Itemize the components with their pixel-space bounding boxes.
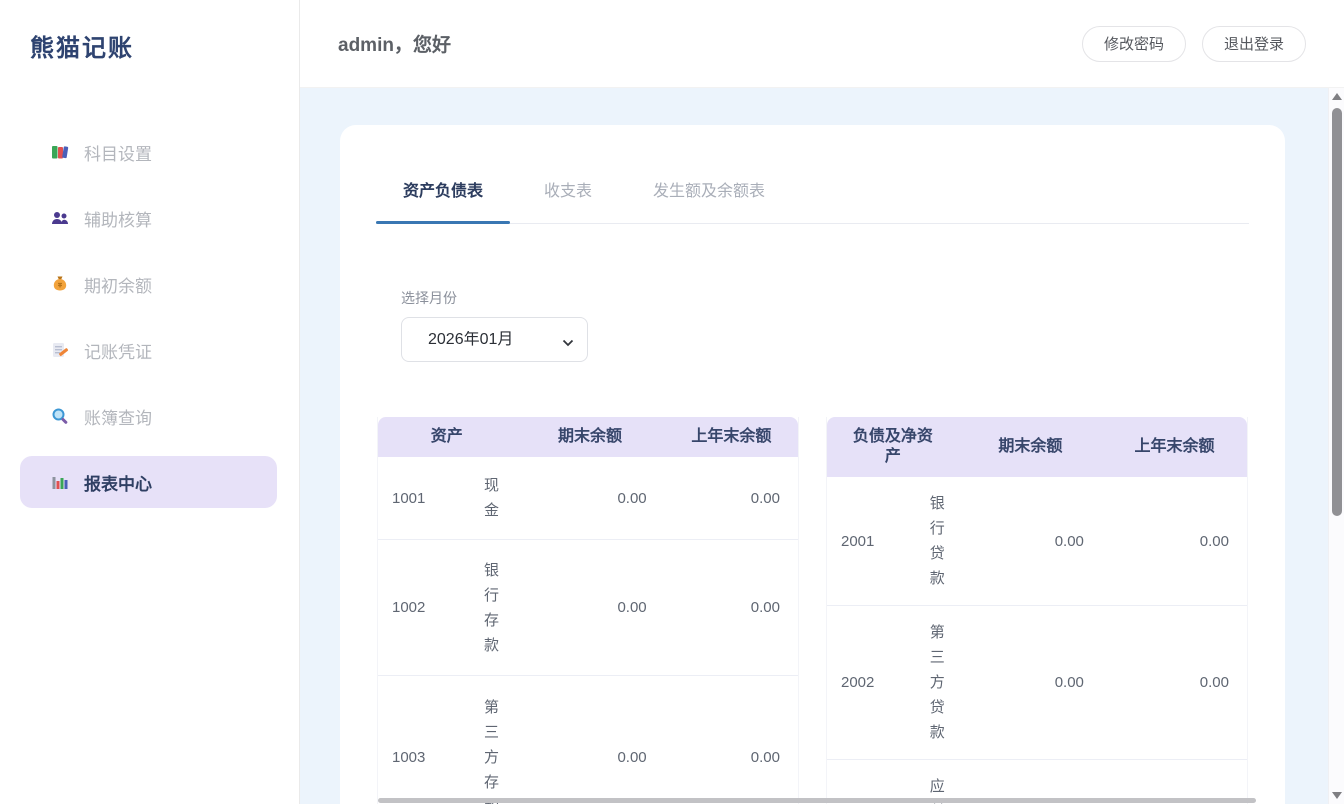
prev-year-end-header: 上年末余额 — [1102, 417, 1247, 477]
prev-year-end-value: 0.00 — [665, 457, 798, 540]
bar-chart-icon — [50, 472, 70, 492]
liabilities-group-header: 负债及净资产 — [827, 417, 959, 477]
prev-year-end-value: 0.00 — [1102, 477, 1247, 606]
horizontal-scrollbar-thumb[interactable] — [378, 798, 1256, 803]
voucher-icon — [50, 340, 70, 360]
ending-balance-value: 0.00 — [959, 477, 1102, 606]
ending-balance-value: 0.00 — [959, 606, 1102, 760]
table-row: 1003 第三方存款 0.00 0.00 — [378, 676, 798, 804]
account-name: 现金 — [468, 457, 516, 540]
month-filter: 选择月份 2026年01月 — [401, 288, 1285, 362]
sidebar-item-label: 期初余额 — [84, 272, 152, 297]
prev-year-end-value: 0.00 — [665, 540, 798, 676]
month-select[interactable]: 2026年01月 — [401, 317, 588, 362]
sidebar-item-auxiliary-accounting[interactable]: 辅助核算 — [20, 192, 277, 244]
account-code: 2002 — [827, 606, 916, 760]
assets-table: 资产 期末余额 上年末余额 1001 现金 0.00 0.00 1002 银行存… — [377, 417, 799, 804]
search-icon — [50, 406, 70, 426]
table-row: 2002 第三方贷款 0.00 0.00 — [827, 606, 1247, 760]
topbar: admin，您好 修改密码 退出登录 — [300, 0, 1344, 88]
vertical-scrollbar[interactable] — [1328, 88, 1344, 804]
account-code: 2001 — [827, 477, 916, 606]
balance-sheet-tables: 资产 期末余额 上年末余额 1001 现金 0.00 0.00 1002 银行存… — [377, 417, 1249, 804]
tab-balance-sheet[interactable]: 资产负债表 — [376, 177, 510, 223]
logout-button[interactable]: 退出登录 — [1202, 26, 1306, 62]
sidebar-item-label: 记账凭证 — [84, 338, 152, 363]
scroll-up-arrow-icon[interactable] — [1332, 93, 1342, 100]
sidebar-item-ledger-query[interactable]: 账簿查询 — [20, 390, 277, 442]
month-select-wrap: 2026年01月 — [401, 317, 588, 362]
account-name: 银行存款 — [468, 540, 516, 676]
liabilities-header-row: 负债及净资产 期末余额 上年末余额 — [827, 417, 1247, 477]
sidebar-item-label: 辅助核算 — [84, 206, 152, 231]
scroll-down-arrow-icon[interactable] — [1332, 792, 1342, 799]
account-code: 1003 — [378, 676, 468, 804]
change-password-button[interactable]: 修改密码 — [1082, 26, 1186, 62]
table-row: 1002 银行存款 0.00 0.00 — [378, 540, 798, 676]
report-tabs: 资产负债表 收支表 发生额及余额表 — [376, 125, 1249, 224]
app-title: 熊猫记账 — [30, 28, 299, 63]
prev-year-end-value: 0.00 — [1102, 606, 1247, 760]
prev-year-end-value: 0.00 — [665, 676, 798, 804]
tab-amount-and-balance[interactable]: 发生额及余额表 — [626, 177, 792, 223]
sidebar-item-report-center[interactable]: 报表中心 — [20, 456, 277, 508]
sidebar-nav: 科目设置 辅助核算 期初余额 — [0, 126, 299, 508]
books-icon — [50, 142, 70, 162]
moneybag-icon — [50, 274, 70, 294]
prev-year-end-header: 上年末余额 — [665, 417, 798, 457]
table-row: 1001 现金 0.00 0.00 — [378, 457, 798, 540]
tab-label: 资产负债表 — [403, 183, 483, 200]
account-name: 第三方贷款 — [916, 606, 959, 760]
sidebar-item-subject-settings[interactable]: 科目设置 — [20, 126, 277, 178]
active-tab-underline — [376, 221, 510, 224]
table-row: 2001 银行贷款 0.00 0.00 — [827, 477, 1247, 606]
account-code: 1001 — [378, 457, 468, 540]
assets-header-row: 资产 期末余额 上年末余额 — [378, 417, 798, 457]
ending-balance-value: 0.00 — [515, 676, 664, 804]
ending-balance-header: 期末余额 — [515, 417, 664, 457]
users-icon — [50, 208, 70, 228]
account-name: 第三方存款 — [468, 676, 516, 804]
sidebar-item-vouchers[interactable]: 记账凭证 — [20, 324, 277, 376]
sidebar-item-label: 科目设置 — [84, 140, 152, 165]
ending-balance-value: 0.00 — [515, 457, 664, 540]
sidebar-item-label: 账簿查询 — [84, 404, 152, 429]
sidebar-item-opening-balance[interactable]: 期初余额 — [20, 258, 277, 310]
main-content: 资产负债表 收支表 发生额及余额表 选择月份 2026年01月 — [300, 88, 1344, 804]
assets-group-header: 资产 — [378, 417, 515, 457]
vertical-scrollbar-thumb[interactable] — [1332, 108, 1342, 516]
user-greeting: admin，您好 — [338, 30, 1066, 57]
sidebar: 熊猫记账 科目设置 辅助核算 — [0, 0, 300, 804]
ending-balance-header: 期末余额 — [959, 417, 1102, 477]
report-card: 资产负债表 收支表 发生额及余额表 选择月份 2026年01月 — [340, 125, 1285, 804]
tab-label: 发生额及余额表 — [653, 183, 765, 200]
month-filter-label: 选择月份 — [401, 288, 1285, 308]
account-code: 1002 — [378, 540, 468, 676]
tab-income-expense[interactable]: 收支表 — [517, 177, 619, 223]
account-name: 银行贷款 — [916, 477, 959, 606]
tab-label: 收支表 — [544, 183, 592, 200]
sidebar-item-label: 报表中心 — [84, 470, 152, 495]
liabilities-table: 负债及净资产 期末余额 上年末余额 2001 银行贷款 0.00 0.00 20… — [826, 417, 1248, 804]
ending-balance-value: 0.00 — [515, 540, 664, 676]
